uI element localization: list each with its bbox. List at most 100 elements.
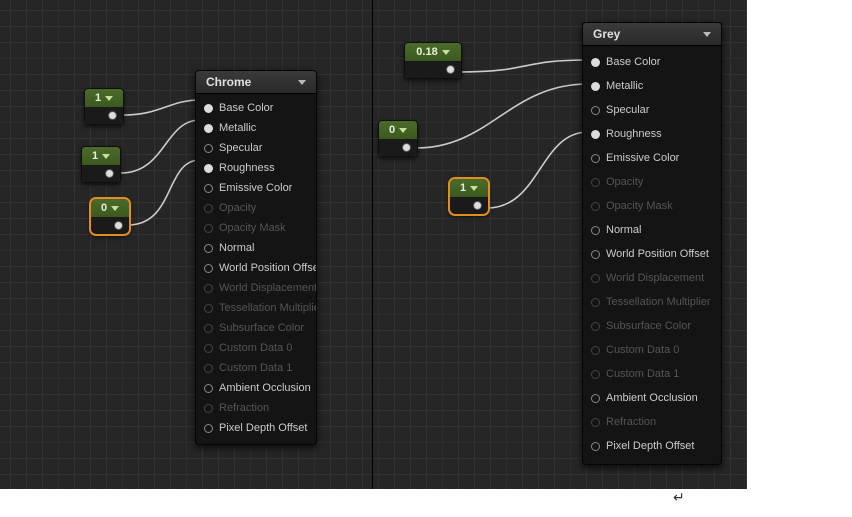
- material-input-row: Custom Data 1: [204, 358, 306, 378]
- input-pin: [204, 304, 213, 313]
- input-pin-label: Custom Data 0: [606, 344, 679, 356]
- input-pin-label: Ambient Occlusion: [606, 392, 698, 404]
- material-input-row: Pixel Depth Offset: [204, 418, 306, 438]
- material-input-row: Pixel Depth Offset: [591, 434, 711, 458]
- chevron-down-icon: [102, 154, 110, 159]
- input-pin[interactable]: [591, 154, 600, 163]
- input-pin[interactable]: [591, 250, 600, 259]
- material-input-row: Opacity Mask: [204, 218, 306, 238]
- input-pin[interactable]: [591, 442, 600, 451]
- input-pin-label: Roughness: [606, 128, 662, 140]
- material-input-row: Opacity Mask: [591, 194, 711, 218]
- input-pin[interactable]: [204, 424, 213, 433]
- constant-node-selected[interactable]: 0: [90, 198, 130, 235]
- input-pin-label: Subsurface Color: [219, 322, 304, 334]
- material-input-row: Roughness: [204, 158, 306, 178]
- input-pin[interactable]: [204, 124, 213, 133]
- input-pin: [204, 204, 213, 213]
- input-pin-label: Emissive Color: [219, 182, 292, 194]
- input-pin[interactable]: [204, 384, 213, 393]
- node-graph-canvas[interactable]: 1 1 0 Chrome Base Color Metallic Specular R…: [0, 0, 852, 517]
- input-pin-label: Normal: [606, 224, 641, 236]
- input-pin-label: Roughness: [219, 162, 275, 174]
- output-pin[interactable]: [446, 65, 455, 74]
- chevron-down-icon: [399, 128, 407, 133]
- input-pin-label: Custom Data 0: [219, 342, 292, 354]
- input-pin[interactable]: [204, 244, 213, 253]
- input-pin-label: Custom Data 1: [219, 362, 292, 374]
- input-pin: [204, 324, 213, 333]
- input-pin-label: Opacity Mask: [219, 222, 286, 234]
- material-input-row: Tessellation Multiplier: [204, 298, 306, 318]
- material-input-row: Metallic: [204, 118, 306, 138]
- material-input-row: Base Color: [204, 98, 306, 118]
- input-pin[interactable]: [591, 130, 600, 139]
- material-input-row: Refraction: [591, 410, 711, 434]
- constant-node-selected[interactable]: 1: [449, 178, 489, 215]
- input-pin-label: Emissive Color: [606, 152, 679, 164]
- output-pin[interactable]: [114, 221, 123, 230]
- input-pin-label: Refraction: [219, 402, 269, 414]
- input-pin-label: Specular: [219, 142, 262, 154]
- material-input-row: World Position Offset: [591, 242, 711, 266]
- constant-value: 0.18: [416, 46, 437, 58]
- input-pin-label: Metallic: [606, 80, 643, 92]
- input-pin-label: Refraction: [606, 416, 656, 428]
- input-pin[interactable]: [204, 264, 213, 273]
- input-pin-label: World Displacement: [606, 272, 704, 284]
- output-pin[interactable]: [108, 111, 117, 120]
- input-pin-label: Opacity: [219, 202, 256, 214]
- output-pin[interactable]: [105, 169, 114, 178]
- input-pin-label: World Position Offset: [606, 248, 709, 260]
- material-input-row: Tessellation Multiplier: [591, 290, 711, 314]
- constant-node[interactable]: 0: [378, 120, 418, 157]
- material-title: Chrome: [206, 75, 292, 89]
- input-pin-label: Base Color: [219, 102, 273, 114]
- material-input-row: Opacity: [204, 198, 306, 218]
- input-pin[interactable]: [591, 226, 600, 235]
- input-pin: [204, 284, 213, 293]
- input-pin[interactable]: [591, 106, 600, 115]
- material-input-row: Metallic: [591, 74, 711, 98]
- constant-value: 0: [101, 202, 107, 214]
- material-input-row: Custom Data 0: [591, 338, 711, 362]
- material-input-row: World Displacement: [591, 266, 711, 290]
- chevron-down-icon: [298, 80, 306, 85]
- input-pin[interactable]: [591, 58, 600, 67]
- input-pin[interactable]: [204, 164, 213, 173]
- material-input-row: Subsurface Color: [204, 318, 306, 338]
- input-pin[interactable]: [591, 394, 600, 403]
- output-pin[interactable]: [473, 201, 482, 210]
- constant-node[interactable]: 1: [81, 146, 121, 183]
- constant-value: 1: [92, 150, 98, 162]
- material-input-row: Refraction: [204, 398, 306, 418]
- material-input-row: Specular: [591, 98, 711, 122]
- input-pin-label: Tessellation Multiplier: [219, 302, 317, 314]
- material-input-row: Ambient Occlusion: [204, 378, 306, 398]
- constant-node[interactable]: 0.18: [404, 42, 462, 79]
- input-pin[interactable]: [591, 82, 600, 91]
- material-title: Grey: [593, 27, 697, 41]
- input-pin-label: Specular: [606, 104, 649, 116]
- input-pin: [204, 344, 213, 353]
- input-pin-label: Opacity: [606, 176, 643, 188]
- input-pin[interactable]: [204, 104, 213, 113]
- output-pin[interactable]: [402, 143, 411, 152]
- material-input-row: Base Color: [591, 50, 711, 74]
- material-input-row: Roughness: [591, 122, 711, 146]
- chevron-down-icon: [105, 96, 113, 101]
- input-pin-label: Pixel Depth Offset: [606, 440, 694, 452]
- constant-node[interactable]: 1: [84, 88, 124, 125]
- material-result-node-chrome[interactable]: Chrome Base Color Metallic Specular Roughne…: [195, 70, 317, 445]
- material-input-row: Subsurface Color: [591, 314, 711, 338]
- chevron-down-icon: [442, 50, 450, 55]
- input-pin[interactable]: [204, 184, 213, 193]
- input-pin-label: Tessellation Multiplier: [606, 296, 711, 308]
- material-input-row: Specular: [204, 138, 306, 158]
- page-margin: [747, 0, 852, 517]
- material-result-node-grey[interactable]: Grey Base Color Metallic Specular Roughness…: [582, 22, 722, 465]
- input-pin[interactable]: [204, 144, 213, 153]
- input-pin: [591, 202, 600, 211]
- input-pin: [204, 364, 213, 373]
- material-input-row: World Position Offset: [204, 258, 306, 278]
